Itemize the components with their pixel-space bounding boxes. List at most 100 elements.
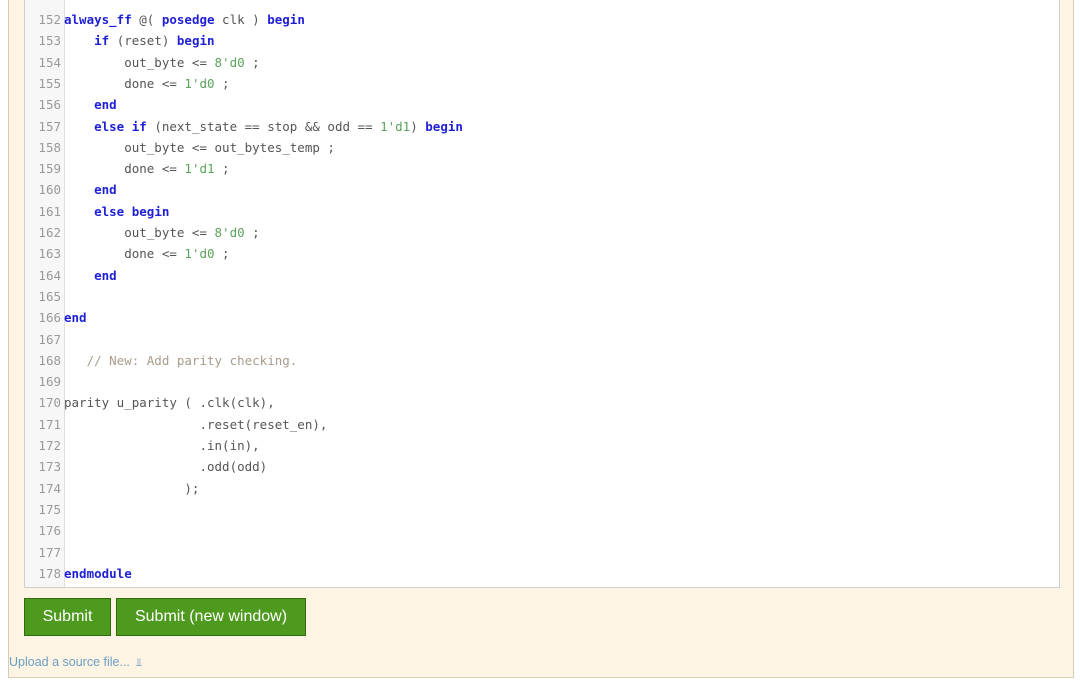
code-text[interactable]: out_byte <= 8'd0 ; [64,222,260,243]
code-token: 8'd0 [214,225,245,240]
line-number: 164 [38,267,61,283]
code-token: 1'd0 [184,75,215,91]
code-text[interactable]: endmodule [64,563,132,584]
code-text[interactable]: out_byte <= out_bytes_temp ; [64,137,335,158]
code-token: begin [176,33,215,49]
line-number: 168 [38,352,61,368]
code-editor[interactable]: 152 always_ff @( posedge clk ) begin 153 i… [24,0,1060,588]
line-number: 153 [38,33,61,49]
code-token: done <= [64,75,185,91]
code-token: (reset) [109,33,177,49]
code-line[interactable]: 173 .odd(odd) [25,456,1059,477]
line-number: 172 [38,438,61,453]
code-text[interactable]: end [64,179,117,200]
code-line[interactable]: 176 [25,520,1059,541]
line-number: 156 [38,97,61,113]
code-text[interactable]: done <= 1'd0 ; [64,73,229,94]
submit-button[interactable]: Submit [24,598,111,636]
code-line[interactable]: 161 else begin [25,201,1059,222]
code-text[interactable]: // New: Add parity checking. [64,350,298,371]
code-text[interactable]: .in(in), [64,435,259,456]
code-line[interactable]: 164 end [25,265,1059,286]
code-text[interactable]: end [64,94,117,115]
code-line[interactable]: 153 if (reset) begin [25,30,1059,51]
line-number: 154 [38,54,61,70]
upload-label[interactable]: Upload a source file... [9,655,130,669]
code-token: 1'd1 [184,161,215,177]
line-number: 178 [38,565,61,581]
code-line[interactable]: 166 end [25,307,1059,328]
code-line[interactable]: 160 end [25,179,1059,200]
code-token: done <= [64,161,185,177]
code-line[interactable]: 174 ); [25,478,1059,499]
line-number: 170 [38,395,61,411]
submit-new-window-button[interactable]: Submit (new window) [116,598,306,636]
code-line[interactable]: 177 [25,542,1059,563]
code-line[interactable]: 158 out_byte <= out_bytes_temp ; [25,137,1059,158]
code-text[interactable]: end [64,307,87,328]
code-line[interactable]: 155 done <= 1'd0 ; [25,73,1059,94]
line-number: 171 [38,416,61,432]
code-text[interactable]: always_ff @( posedge clk ) begin [64,9,305,30]
code-token: ); [64,480,200,496]
code-token: out_byte <= out_bytes_temp ; [64,139,335,155]
code-token: out_byte <= [64,225,215,240]
code-text[interactable]: if (reset) begin [64,30,215,51]
code-token: parity u_parity ( .clk(clk), [64,395,275,411]
code-line[interactable]: 172 .in(in), [25,435,1059,456]
code-text[interactable]: out_byte <= 8'd0 ; [64,52,259,73]
code-line[interactable]: 159 done <= 1'd1 ; [25,158,1059,179]
code-line[interactable]: 163 done <= 1'd0 ; [25,243,1059,264]
code-token: ; [244,225,260,240]
code-text[interactable]: else begin [64,201,169,222]
code-text[interactable]: done <= 1'd1 ; [64,158,230,179]
upload-source-file-link[interactable]: Upload a source file... ⫫ [9,655,142,671]
code-text[interactable]: end [64,265,117,286]
code-text[interactable]: .odd(odd) [64,456,267,477]
code-line[interactable]: 152 always_ff @( posedge clk ) begin [25,9,1059,30]
code-line[interactable]: 165 [25,286,1059,307]
code-token: ; [214,246,230,262]
line-number: 169 [38,374,61,390]
code-text[interactable]: ); [64,478,199,499]
code-token: else begin [94,203,170,219]
code-line[interactable]: 178 endmodule [25,563,1059,584]
double-chevron-down-icon[interactable]: ⫫ [136,657,142,669]
line-number: 160 [38,182,61,198]
code-line[interactable]: 175 [25,499,1059,520]
code-line[interactable]: 157 else if (next_state == stop && odd =… [25,116,1059,137]
code-line[interactable]: 169 [25,371,1059,392]
code-text[interactable]: else if (next_state == stop && odd == 1'… [64,116,463,137]
code-token: always_ff [64,12,132,27]
code-text[interactable]: .reset(reset_en), [64,414,327,435]
code-line[interactable]: 168 // New: Add parity checking. [25,350,1059,371]
code-token: // New: Add parity checking. [64,352,298,368]
code-text[interactable]: done <= 1'd0 ; [64,243,230,264]
code-line[interactable]: 167 [25,329,1059,350]
line-number: 159 [38,161,61,177]
code-token: .reset(reset_en), [64,416,328,432]
code-line[interactable]: 156 end [25,94,1059,115]
line-number: 165 [38,288,61,304]
line-number: 162 [38,225,61,240]
code-token: 1'd1 [380,118,411,134]
line-number: 174 [38,480,61,496]
code-token: endmodule [64,565,132,581]
code-text[interactable]: parity u_parity ( .clk(clk), [64,392,275,413]
code-token: if [94,33,110,49]
code-line[interactable]: 162 out_byte <= 8'd0 ; [25,222,1059,243]
code-token: begin [425,118,463,134]
code-line[interactable]: 154 out_byte <= 8'd0 ; [25,52,1059,73]
line-number: 152 [38,12,61,27]
code-token: else if [94,118,147,134]
code-token: done <= [64,246,185,262]
code-token: .odd(odd) [64,459,268,475]
code-token: ; [214,161,230,177]
code-line[interactable]: 171 .reset(reset_en), [25,414,1059,435]
code-line[interactable]: 170 parity u_parity ( .clk(clk), [25,392,1059,413]
code-token: end [94,97,117,113]
